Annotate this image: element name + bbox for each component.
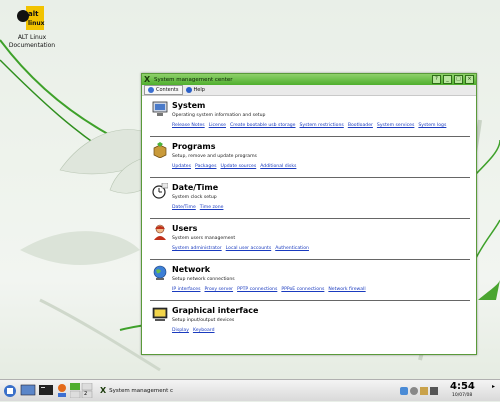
section-links: IP interfaces Proxy server PPTP connection…	[172, 287, 370, 292]
show-desktop-icon[interactable]	[20, 383, 36, 398]
system-tray	[400, 383, 446, 398]
section-links: Updates Packages Update sources Additional …	[172, 164, 300, 169]
desktop-icon-label: ALT Linux Documentation	[8, 34, 56, 49]
system-monitor-icon	[152, 101, 168, 117]
contents-tab[interactable]: Contents	[144, 85, 183, 95]
contents-icon	[148, 87, 154, 93]
section-users: Users System users management System adm…	[150, 219, 470, 260]
desktop-icon-alt-linux-docs[interactable]: alt linux ALT Linux Documentation	[4, 2, 60, 50]
section-system: System Operating system information and …	[150, 96, 470, 137]
section-description: Setup network connections	[172, 277, 235, 282]
section-title: Network	[172, 265, 211, 274]
link-release-notes[interactable]: Release Notes	[172, 123, 205, 128]
section-description: Setup, remove and update programs	[172, 154, 257, 159]
section-description: Setup input/output devices	[172, 318, 235, 323]
task-system-management[interactable]: X System management c	[100, 383, 210, 398]
section-description: System users management	[172, 236, 236, 241]
help-button[interactable]: ?	[432, 75, 441, 84]
taskbar: 2 X System management c 4:54 10/07/08 ▸	[0, 379, 500, 401]
section-links: Date/Time Time zone	[172, 205, 227, 210]
globe-icon	[152, 265, 168, 281]
link-system-services[interactable]: System services	[377, 123, 414, 128]
link-packages[interactable]: Packages	[195, 164, 216, 169]
tray-keyboard-icon[interactable]	[430, 386, 438, 395]
section-description: Operating system information and setup	[172, 113, 266, 118]
link-system-restrictions[interactable]: System restrictions	[300, 123, 344, 128]
link-keyboard[interactable]: Keyboard	[193, 328, 215, 333]
section-title: Programs	[172, 142, 216, 151]
window-title: System management center	[154, 76, 233, 83]
section-links: Display Keyboard	[172, 328, 219, 333]
section-programs: Programs Setup, remove and update progra…	[150, 137, 470, 178]
help-label: Help	[193, 87, 205, 93]
help-icon	[185, 87, 192, 93]
link-bootable-usb[interactable]: Create bootable usb storage	[230, 123, 296, 128]
link-update-sources[interactable]: Update sources	[220, 164, 256, 169]
section-links: System administrator Local user accounts A…	[172, 246, 313, 251]
desktop-number: 2	[84, 391, 88, 397]
window-toolbar: Contents Help	[142, 85, 476, 96]
link-pptp-connections[interactable]: PPTP connections	[237, 287, 277, 292]
section-title: Graphical interface	[172, 306, 259, 315]
section-network: Network Setup network connections IP int…	[150, 260, 470, 301]
clock-date: 10/07/08	[452, 393, 473, 398]
link-system-administrator[interactable]: System administrator	[172, 246, 222, 251]
tray-volume-icon[interactable]	[410, 386, 418, 395]
link-ip-interfaces[interactable]: IP interfaces	[172, 287, 200, 292]
tray-clipboard-icon[interactable]	[420, 386, 428, 395]
browser-icon[interactable]	[56, 383, 68, 398]
display-icon	[152, 306, 168, 322]
link-system-logs[interactable]: System logs	[418, 123, 446, 128]
clock-icon	[152, 182, 169, 199]
link-license[interactable]: License	[209, 123, 226, 128]
section-title: Users	[172, 224, 198, 233]
link-network-firewall[interactable]: Network firewall	[328, 287, 365, 292]
link-date-time[interactable]: Date/Time	[172, 205, 196, 210]
content-area: System Operating system information and …	[142, 96, 476, 354]
window-titlebar[interactable]: X System management center ? _ □ ×	[142, 74, 476, 85]
task-app-icon: X	[100, 386, 107, 395]
user-icon	[152, 224, 168, 240]
link-additional-disks[interactable]: Additional disks	[260, 164, 296, 169]
package-box-icon	[152, 142, 168, 159]
close-button[interactable]: ×	[465, 75, 474, 84]
link-pppoe-connections[interactable]: PPPoE connections	[281, 287, 324, 292]
section-title: Date/Time	[172, 183, 219, 192]
section-graphical-interface: Graphical interface Setup input/output d…	[150, 301, 470, 341]
help-tab[interactable]: Help	[183, 86, 208, 94]
link-bootloader[interactable]: Bootloader	[348, 123, 373, 128]
link-time-zone[interactable]: Time zone	[200, 205, 224, 210]
taskbar-scroll-arrow-icon[interactable]: ▸	[492, 383, 498, 398]
section-description: System clock setup	[172, 195, 217, 200]
section-links: Release Notes License Create bootable usb …	[172, 123, 450, 128]
svg-text:alt: alt	[28, 10, 39, 18]
terminal-icon[interactable]	[38, 383, 54, 398]
link-authentication[interactable]: Authentication	[275, 246, 309, 251]
task-label: System management c	[109, 387, 174, 394]
section-datetime: Date/Time System clock setup Date/Time Ti…	[150, 178, 470, 219]
minimize-button[interactable]: _	[443, 75, 452, 84]
contents-label: Contents	[156, 87, 179, 93]
link-local-user-accounts[interactable]: Local user accounts	[226, 246, 272, 251]
window-menu-icon[interactable]: X	[144, 76, 151, 84]
link-updates[interactable]: Updates	[172, 164, 191, 169]
alt-linux-logo: alt linux	[12, 2, 52, 34]
pager[interactable]: 2	[69, 382, 94, 399]
section-title: System	[172, 101, 206, 110]
system-management-window: X System management center ? _ □ × Conte…	[141, 73, 477, 355]
start-menu-icon[interactable]	[2, 383, 18, 398]
maximize-button[interactable]: □	[454, 75, 463, 84]
tray-network-icon[interactable]	[400, 386, 408, 395]
clock-time[interactable]: 4:54	[450, 381, 475, 392]
link-proxy-server[interactable]: Proxy server	[204, 287, 233, 292]
svg-text:linux: linux	[28, 20, 45, 27]
link-display[interactable]: Display	[172, 328, 189, 333]
